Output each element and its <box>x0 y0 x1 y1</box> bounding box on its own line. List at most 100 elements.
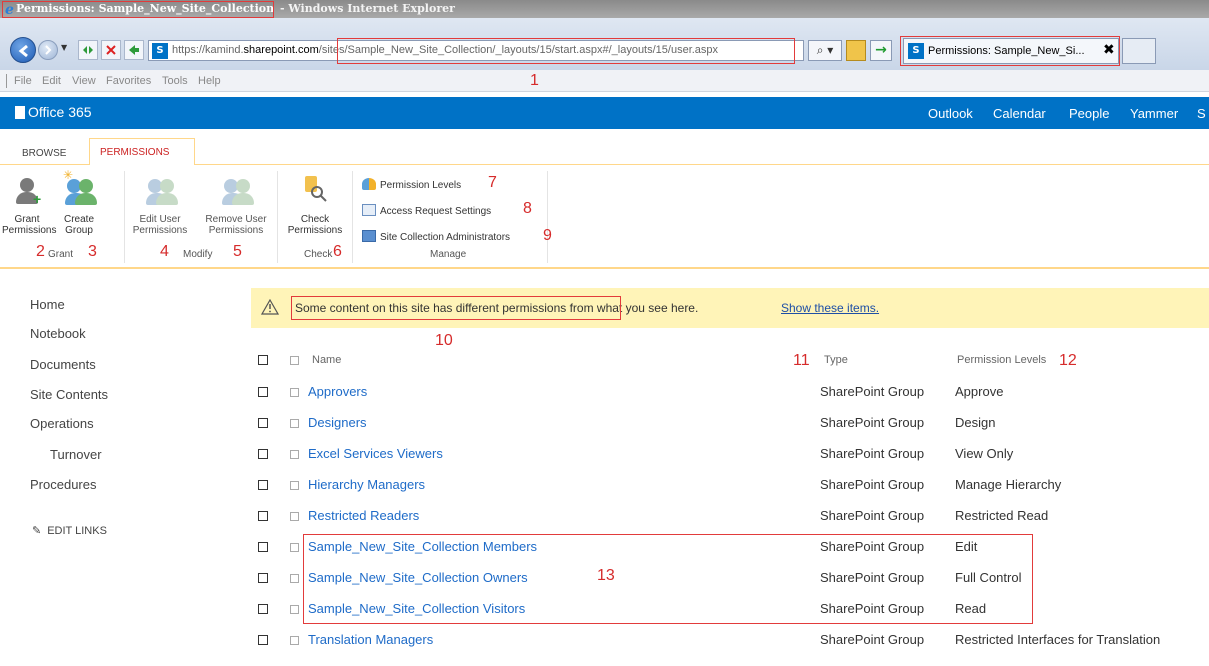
create-group-icon: ✳ <box>63 169 97 208</box>
url-host: sharepoint.com <box>243 44 319 56</box>
row-checkbox[interactable] <box>258 604 268 614</box>
sharepoint-favicon: S <box>152 43 168 59</box>
site-collection-administrators-button[interactable]: Site Collection Administrators <box>362 230 510 243</box>
window-app-name: - Windows Internet Explorer <box>280 2 455 15</box>
select-all-checkbox[interactable] <box>258 355 268 365</box>
stop-icon <box>106 45 116 55</box>
suite-link-calendar[interactable]: Calendar <box>993 106 1046 121</box>
menu-help[interactable]: Help <box>198 75 221 87</box>
go-button[interactable]: → <box>870 40 892 61</box>
group-permission: Manage Hierarchy <box>955 477 1062 492</box>
annotation-label: 1 <box>530 72 539 89</box>
suite-brand[interactable]: Office 365 <box>28 104 92 120</box>
check-permissions-button[interactable]: Check Permissions <box>282 176 348 236</box>
leftnav-documents[interactable]: Documents <box>30 357 96 372</box>
ribbon-separator <box>547 171 548 263</box>
show-these-items-link[interactable]: Show these items. <box>781 301 879 315</box>
group-label-check: Check <box>304 249 333 260</box>
new-tab-button[interactable] <box>1122 38 1156 64</box>
grant-permissions-icon: + <box>11 176 43 208</box>
group-label-manage: Manage <box>430 249 467 260</box>
leftnav-procedures[interactable]: Procedures <box>30 477 96 492</box>
check-label-1: Check <box>300 214 330 225</box>
group-type: SharePoint Group <box>820 632 925 647</box>
permission-levels-icon <box>362 178 376 190</box>
column-header-permission-levels[interactable]: Permission Levels <box>957 354 1046 366</box>
group-name-link[interactable]: Restricted Readers <box>308 508 419 523</box>
forward-arrow-icon <box>45 45 52 55</box>
row-item-checkbox[interactable] <box>290 450 299 459</box>
group-name-link[interactable]: Translation Managers <box>308 632 433 647</box>
leftnav-operations[interactable]: Operations <box>30 416 94 431</box>
security-lock-icon[interactable] <box>846 40 866 61</box>
menu-file[interactable]: File <box>14 75 32 87</box>
menu-edit[interactable]: Edit <box>42 75 61 87</box>
edit-links-button[interactable]: ✎ EDIT LINKS <box>32 524 107 537</box>
column-header-type[interactable]: Type <box>824 354 848 366</box>
column-header-name[interactable]: Name <box>312 354 341 366</box>
group-name-link[interactable]: Hierarchy Managers <box>308 477 425 492</box>
grant-permissions-button[interactable]: + Grant Permissions <box>2 176 57 236</box>
annotation-label: 2 <box>36 243 45 260</box>
group-type: SharePoint Group <box>820 446 925 461</box>
create-label-1: Create <box>63 214 94 225</box>
header-item-checkbox[interactable] <box>290 356 299 365</box>
edit-user-permissions-button[interactable]: Edit User Permissions <box>130 176 190 236</box>
search-dropdown-button[interactable]: ⌕ ▾ <box>808 40 842 61</box>
suite-link-yammer[interactable]: Yammer <box>1130 106 1178 121</box>
annotation-label: 9 <box>543 227 552 244</box>
row-item-checkbox[interactable] <box>290 419 299 428</box>
row-checkbox[interactable] <box>258 480 268 490</box>
ribbon-separator <box>352 171 353 263</box>
group-label-grant: Grant <box>48 249 74 260</box>
tab-permissions[interactable]: PERMISSIONS <box>89 138 195 166</box>
row-item-checkbox[interactable] <box>290 605 299 614</box>
warning-icon <box>261 299 279 315</box>
compatibility-button[interactable] <box>78 40 98 60</box>
row-checkbox[interactable] <box>258 542 268 552</box>
group-name-link[interactable]: Excel Services Viewers <box>308 446 443 461</box>
leftnav-site-contents[interactable]: Site Contents <box>30 387 108 402</box>
row-checkbox[interactable] <box>258 387 268 397</box>
leftnav-home[interactable]: Home <box>30 297 65 312</box>
menu-tools[interactable]: Tools <box>162 75 188 87</box>
leftnav-notebook[interactable]: Notebook <box>30 326 86 341</box>
refresh-button[interactable] <box>124 40 144 60</box>
group-name-link[interactable]: Designers <box>308 415 367 430</box>
group-type: SharePoint Group <box>820 384 925 399</box>
row-item-checkbox[interactable] <box>290 481 299 490</box>
row-item-checkbox[interactable] <box>290 574 299 583</box>
tab-browse[interactable]: BROWSE <box>22 148 66 159</box>
remove-user-permissions-button[interactable]: Remove User Permissions <box>200 176 272 236</box>
row-item-checkbox[interactable] <box>290 512 299 521</box>
row-checkbox[interactable] <box>258 511 268 521</box>
row-item-checkbox[interactable] <box>290 388 299 397</box>
annotation-label: 4 <box>160 243 169 260</box>
row-checkbox[interactable] <box>258 573 268 583</box>
stop-button[interactable] <box>101 40 121 60</box>
annotation-label: 12 <box>1059 352 1077 369</box>
menu-view[interactable]: View <box>72 75 96 87</box>
grant-label-2: Permissions <box>2 225 57 236</box>
grant-label-1: Grant <box>14 214 40 225</box>
menu-favorites[interactable]: Favorites <box>106 75 151 87</box>
group-name-link[interactable]: Approvers <box>308 384 367 399</box>
suite-link-outlook[interactable]: Outlook <box>928 106 973 121</box>
row-checkbox[interactable] <box>258 449 268 459</box>
annotation-label: 6 <box>333 243 342 260</box>
history-dropdown-icon[interactable]: ▼ <box>61 43 70 52</box>
suite-link-overflow[interactable]: S <box>1197 106 1206 121</box>
permission-levels-button[interactable]: Permission Levels <box>362 178 461 191</box>
row-item-checkbox[interactable] <box>290 543 299 552</box>
group-type: SharePoint Group <box>820 415 925 430</box>
back-button[interactable] <box>10 37 36 63</box>
leftnav-turnover[interactable]: Turnover <box>50 447 102 462</box>
create-group-button[interactable]: ✳ Create Group <box>54 169 104 236</box>
row-item-checkbox[interactable] <box>290 636 299 645</box>
row-checkbox[interactable] <box>258 418 268 428</box>
row-checkbox[interactable] <box>258 635 268 645</box>
suite-link-people[interactable]: People <box>1069 106 1109 121</box>
group-permission: Design <box>955 415 996 430</box>
access-request-settings-button[interactable]: Access Request Settings <box>362 204 491 217</box>
forward-button[interactable] <box>38 40 58 60</box>
